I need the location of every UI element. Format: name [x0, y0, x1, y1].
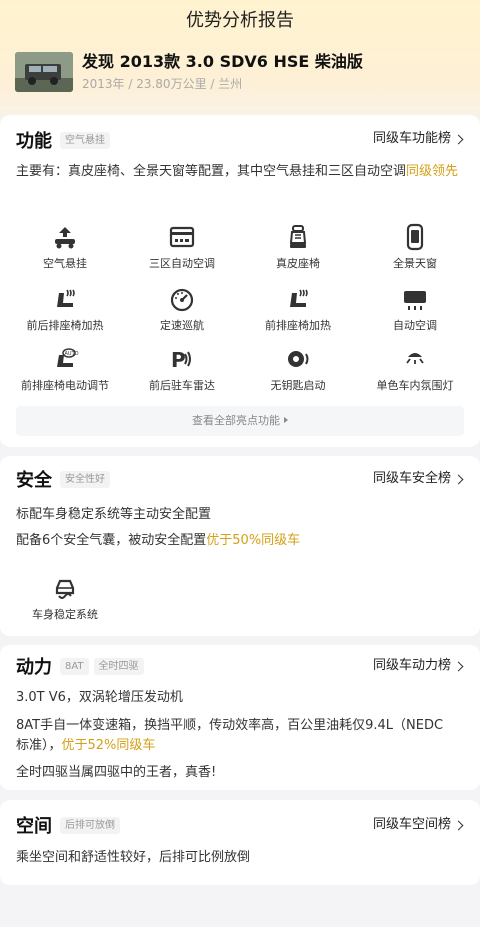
chevron-right-icon [453, 820, 464, 830]
feature-power-seat[interactable]: AUTO 前排座椅电动调节 [5, 345, 125, 393]
chevron-right-icon [453, 134, 464, 144]
safety-title: 安全 [16, 470, 52, 491]
function-card: 功能 空气悬挂 同级车功能榜 主要有：真皮座椅、全景天窗等配置，其中空气悬挂和三… [0, 115, 480, 447]
safety-line-2: 配备6个安全气囊，被动安全配置优于50%同级车 [16, 530, 464, 551]
chevron-right-icon [453, 474, 464, 484]
feature-seat-heating-front-rear[interactable]: 前后排座椅加热 [5, 285, 125, 333]
power-tag-drivetrain: 全时四驱 [93, 657, 144, 675]
cruise-control-icon [170, 288, 194, 312]
feature-parking-radar[interactable]: P 前后驻车雷达 [122, 345, 242, 393]
play-arrow-icon [284, 417, 288, 423]
power-highlight: 优于52%同级车 [61, 738, 156, 753]
panoramic-sunroof-icon [406, 223, 424, 251]
feature-tri-zone-ac[interactable]: 三区自动空调 [122, 223, 242, 271]
power-line-1: 3.0T V6，双涡轮增压发动机 [16, 690, 183, 705]
tri-zone-ac-icon [169, 226, 195, 248]
feature-label: 前排座椅加热 [265, 319, 331, 332]
power-rank-link[interactable]: 同级车动力榜 [372, 657, 464, 675]
space-rank-link[interactable]: 同级车空间榜 [372, 816, 464, 834]
safety-line-2-text: 配备6个安全气囊，被动安全配置 [16, 533, 207, 548]
page-title: 优势分析报告 [186, 10, 294, 31]
space-rank-label: 同级车空间榜 [372, 817, 451, 832]
chevron-right-icon [453, 661, 464, 671]
feature-panoramic-sunroof[interactable]: 全景天窗 [355, 223, 475, 271]
safety-rank-label: 同级车安全榜 [372, 471, 451, 486]
svg-text:P: P [171, 348, 186, 372]
feature-label: 三区自动空调 [149, 257, 215, 270]
feature-label: 单色车内氛围灯 [376, 379, 454, 392]
keyless-start-icon [288, 351, 309, 367]
power-title: 动力 [16, 657, 52, 678]
car-name: 发现 2013款 3.0 SDV6 HSE 柴油版 [82, 52, 363, 71]
svg-text:AUTO: AUTO [65, 351, 79, 357]
stability-control-icon [55, 579, 75, 599]
space-tag: 后排可放倒 [60, 816, 120, 834]
function-summary-highlight: 同级领先 [406, 164, 459, 179]
function-rank-link[interactable]: 同级车功能榜 [372, 130, 464, 148]
function-title: 功能 [16, 131, 52, 152]
air-suspension-icon [55, 227, 75, 249]
feature-keyless-start[interactable]: 无钥匙启动 [238, 345, 358, 393]
auto-ac-icon [404, 291, 426, 310]
power-line-4: 全时四驱当属四驱中的王者，真香! [16, 765, 217, 780]
power-rank-label: 同级车动力榜 [372, 658, 451, 673]
car-thumbnail[interactable] [15, 52, 73, 92]
feature-label: 前后排座椅加热 [26, 319, 104, 332]
parking-radar-icon: P [171, 348, 191, 372]
power-line-3-text: 标准）， [16, 738, 62, 753]
safety-line-1: 标配车身稳定系统等主动安全配置 [16, 507, 212, 522]
feature-leather-seat[interactable]: 真皮座椅 [238, 223, 358, 271]
feature-seat-heating-front[interactable]: 前排座椅加热 [238, 285, 358, 333]
space-card: 空间 后排可放倒 同级车空间榜 乘坐空间和舒适性较好，后排可比例放倒 [0, 800, 480, 885]
feature-label: 自动空调 [393, 319, 437, 332]
leather-seat-icon [289, 225, 307, 248]
function-summary-text: 主要有：真皮座椅、全景天窗等配置，其中空气悬挂和三区自动空调 [16, 164, 407, 179]
view-all-label: 查看全部亮点功能 [192, 414, 280, 427]
ambient-light-icon [406, 353, 424, 364]
feature-auto-ac[interactable]: 自动空调 [355, 285, 475, 333]
safety-rank-link[interactable]: 同级车安全榜 [372, 470, 464, 488]
feature-ambient-light[interactable]: 单色车内氛围灯 [355, 345, 475, 393]
function-summary: 主要有：真皮座椅、全景天窗等配置，其中空气悬挂和三区自动空调同级领先 [16, 161, 464, 182]
feature-label: 空气悬挂 [43, 257, 87, 270]
feature-label: 真皮座椅 [276, 257, 320, 270]
safety-tag: 安全性好 [60, 470, 110, 488]
feature-label: 全景天窗 [393, 257, 437, 270]
safety-highlight: 优于50%同级车 [206, 533, 301, 548]
feature-cruise-control[interactable]: 定速巡航 [122, 285, 242, 333]
view-all-features-button[interactable]: 查看全部亮点功能 [16, 406, 464, 436]
seat-heating-icon [57, 289, 75, 307]
power-card: 动力 8AT 全时四驱 同级车动力榜 3.0T V6，双涡轮增压发动机 8AT手… [0, 645, 480, 790]
feature-air-suspension[interactable]: 空气悬挂 [5, 223, 125, 271]
feature-label: 无钥匙启动 [270, 379, 326, 392]
power-seat-icon: AUTO [57, 348, 79, 367]
car-meta: 2013年 / 23.80万公里 / 兰州 [82, 77, 243, 91]
car-photo-icon [15, 52, 73, 92]
power-line-3: 标准），优于52%同级车 [16, 735, 464, 756]
power-tag-transmission: 8AT [60, 657, 89, 675]
function-rank-label: 同级车功能榜 [372, 131, 451, 146]
feature-stability-control[interactable]: 车身稳定系统 [5, 574, 125, 622]
safety-card: 安全 安全性好 同级车安全榜 标配车身稳定系统等主动安全配置 配备6个安全气囊，… [0, 456, 480, 636]
space-line-1: 乘坐空间和舒适性较好，后排可比例放倒 [16, 850, 251, 865]
function-tag: 空气悬挂 [60, 131, 110, 149]
feature-label: 车身稳定系统 [32, 608, 98, 621]
feature-label: 前排座椅电动调节 [21, 379, 109, 392]
feature-label: 定速巡航 [160, 319, 204, 332]
space-title: 空间 [16, 816, 52, 837]
power-line-2: 8AT手自一体变速箱，换挡平顺，传动效率高，百公里油耗仅9.4L（NEDC [16, 718, 444, 733]
feature-label: 前后驻车雷达 [149, 379, 215, 392]
seat-heating-icon [290, 289, 308, 307]
